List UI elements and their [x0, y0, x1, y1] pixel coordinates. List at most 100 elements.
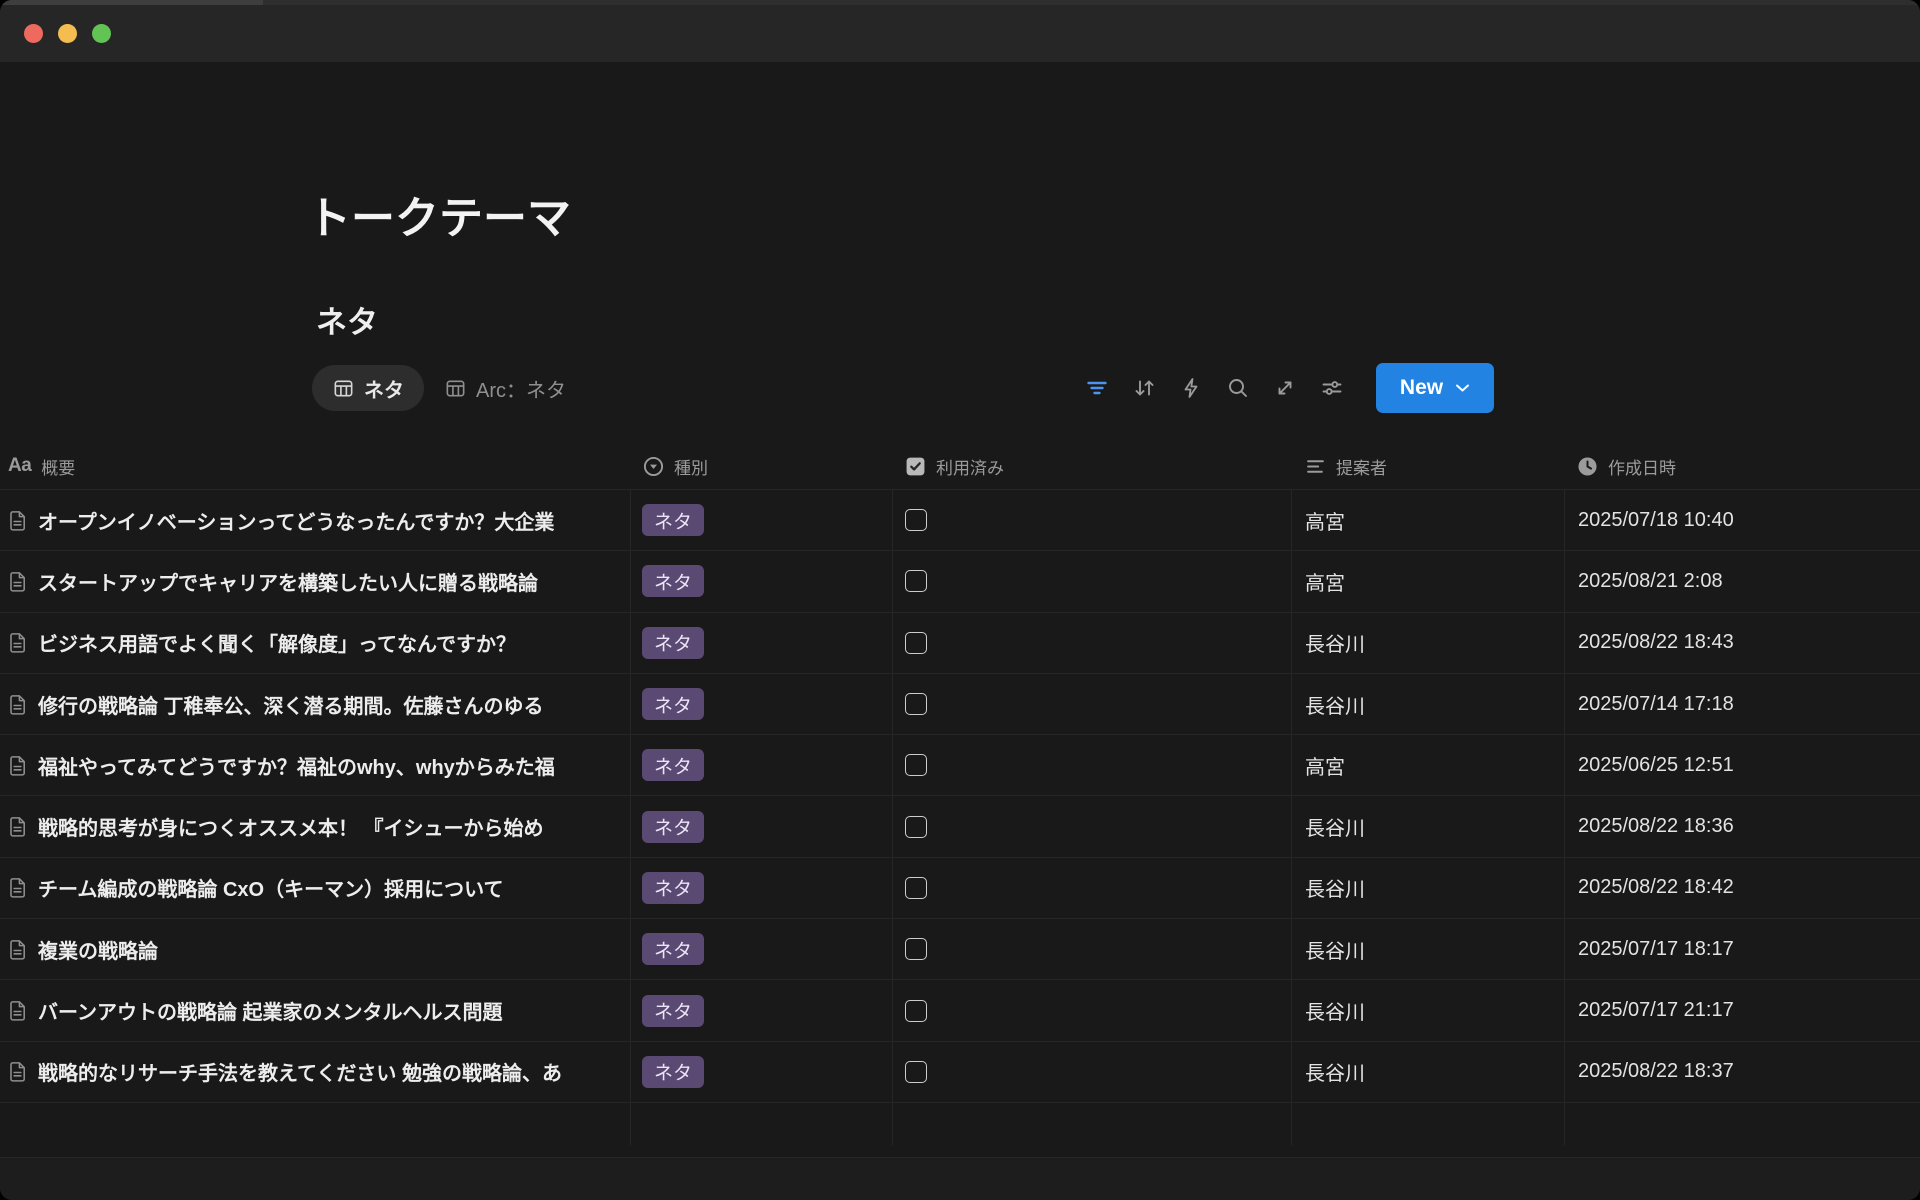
expand-icon[interactable] — [1273, 376, 1297, 400]
new-row-area[interactable] — [0, 1103, 1920, 1145]
used-cell[interactable] — [893, 1042, 1292, 1102]
type-cell[interactable]: ネタ — [631, 1042, 893, 1102]
used-cell[interactable] — [893, 980, 1292, 1040]
proposer-value: 長谷川 — [1305, 873, 1365, 902]
created-cell[interactable]: 2025/07/18 10:40 — [1565, 490, 1920, 550]
filter-icon[interactable] — [1085, 376, 1109, 400]
created-cell[interactable]: 2025/07/14 17:18 — [1565, 674, 1920, 734]
used-cell[interactable] — [893, 613, 1292, 673]
column-header-created[interactable]: 作成日時 — [1565, 443, 1920, 489]
used-checkbox[interactable] — [905, 1061, 927, 1083]
proposer-cell[interactable]: 長谷川 — [1292, 796, 1565, 856]
database-table: Aa 概要 種別 利用済み — [0, 443, 1920, 1145]
used-cell[interactable] — [893, 919, 1292, 979]
created-cell[interactable]: 2025/08/22 18:42 — [1565, 858, 1920, 918]
used-cell[interactable] — [893, 858, 1292, 918]
sort-icon[interactable] — [1132, 376, 1156, 400]
database-title: ネタ — [316, 297, 378, 342]
created-cell[interactable]: 2025/07/17 18:17 — [1565, 919, 1920, 979]
type-tag: ネタ — [642, 565, 704, 597]
minimize-window-button[interactable] — [58, 24, 77, 43]
row-title[interactable]: 福祉やってみてどうですか？福祉のwhy、whyからみた福 — [38, 751, 555, 780]
used-checkbox[interactable] — [905, 816, 927, 838]
proposer-value: 長谷川 — [1305, 812, 1365, 841]
overview-cell[interactable]: チーム編成の戦略論 CxO（キーマン）採用について — [0, 858, 631, 918]
type-cell[interactable]: ネタ — [631, 551, 893, 611]
used-checkbox[interactable] — [905, 754, 927, 776]
type-cell[interactable]: ネタ — [631, 858, 893, 918]
type-cell[interactable]: ネタ — [631, 919, 893, 979]
type-cell[interactable]: ネタ — [631, 796, 893, 856]
used-cell[interactable] — [893, 674, 1292, 734]
row-title[interactable]: オープンイノベーションってどうなったんですか？大企業 — [38, 506, 554, 535]
column-header-overview[interactable]: Aa 概要 — [0, 443, 631, 489]
row-title[interactable]: チーム編成の戦略論 CxO（キーマン）採用について — [38, 873, 503, 902]
used-cell[interactable] — [893, 490, 1292, 550]
overview-cell[interactable]: オープンイノベーションってどうなったんですか？大企業 — [0, 490, 631, 550]
used-checkbox[interactable] — [905, 570, 927, 592]
overview-cell[interactable]: 修行の戦略論 丁稚奉公、深く潜る期間。佐藤さんのゆる — [0, 674, 631, 734]
view-settings-icon[interactable] — [1320, 376, 1344, 400]
overview-cell[interactable]: 複業の戦略論 — [0, 919, 631, 979]
overview-cell[interactable]: 戦略的なリサーチ手法を教えてください 勉強の戦略論、あ — [0, 1042, 631, 1102]
row-title[interactable]: 戦略的なリサーチ手法を教えてください 勉強の戦略論、あ — [38, 1057, 562, 1086]
proposer-cell[interactable]: 長谷川 — [1292, 858, 1565, 918]
type-cell[interactable]: ネタ — [631, 613, 893, 673]
used-checkbox[interactable] — [905, 509, 927, 531]
used-checkbox[interactable] — [905, 693, 927, 715]
new-button[interactable]: New — [1376, 363, 1494, 413]
created-cell[interactable]: 2025/08/21 2:08 — [1565, 551, 1920, 611]
overview-cell[interactable]: バーンアウトの戦略論 起業家のメンタルヘルス問題 — [0, 980, 631, 1040]
overview-cell[interactable]: 福祉やってみてどうですか？福祉のwhy、whyからみた福 — [0, 735, 631, 795]
type-cell[interactable]: ネタ — [631, 490, 893, 550]
table-row: 複業の戦略論 ネタ 長谷川 2025/07/17 18:17 — [0, 919, 1920, 980]
close-window-button[interactable] — [24, 24, 43, 43]
page-icon — [6, 938, 29, 961]
tab-neta[interactable]: ネタ — [312, 365, 424, 411]
created-cell[interactable]: 2025/08/22 18:36 — [1565, 796, 1920, 856]
proposer-cell[interactable]: 高宮 — [1292, 551, 1565, 611]
proposer-cell[interactable]: 長谷川 — [1292, 980, 1565, 1040]
created-cell[interactable]: 2025/08/22 18:43 — [1565, 613, 1920, 673]
column-header-type[interactable]: 種別 — [631, 443, 893, 489]
used-cell[interactable] — [893, 796, 1292, 856]
overview-cell[interactable]: ビジネス用語でよく聞く「解像度」ってなんですか？ — [0, 613, 631, 673]
created-value: 2025/08/21 2:08 — [1578, 570, 1723, 593]
proposer-cell[interactable]: 長谷川 — [1292, 919, 1565, 979]
type-cell[interactable]: ネタ — [631, 980, 893, 1040]
proposer-value: 長谷川 — [1305, 1057, 1365, 1086]
type-cell[interactable]: ネタ — [631, 674, 893, 734]
row-title[interactable]: 複業の戦略論 — [38, 935, 158, 964]
overview-cell[interactable]: 戦略的思考が身につくオススメ本！ 『イシューから始め — [0, 796, 631, 856]
proposer-cell[interactable]: 長谷川 — [1292, 1042, 1565, 1102]
row-title[interactable]: 修行の戦略論 丁稚奉公、深く潜る期間。佐藤さんのゆる — [38, 690, 544, 719]
tab-arc-neta[interactable]: Arc：ネタ — [444, 365, 566, 411]
proposer-value: 高宮 — [1305, 506, 1345, 535]
search-icon[interactable] — [1226, 376, 1250, 400]
used-checkbox[interactable] — [905, 938, 927, 960]
view-bar: ネタ Arc：ネタ — [0, 364, 1920, 412]
row-title[interactable]: ビジネス用語でよく聞く「解像度」ってなんですか？ — [38, 628, 516, 657]
created-cell[interactable]: 2025/06/25 12:51 — [1565, 735, 1920, 795]
used-checkbox[interactable] — [905, 1000, 927, 1022]
type-cell[interactable]: ネタ — [631, 735, 893, 795]
used-checkbox[interactable] — [905, 877, 927, 899]
used-checkbox[interactable] — [905, 632, 927, 654]
proposer-value: 長谷川 — [1305, 996, 1365, 1025]
zoom-window-button[interactable] — [92, 24, 111, 43]
overview-cell[interactable]: スタートアップでキャリアを構築したい人に贈る戦略論 — [0, 551, 631, 611]
column-header-proposer[interactable]: 提案者 — [1292, 443, 1565, 489]
proposer-cell[interactable]: 長谷川 — [1292, 613, 1565, 673]
proposer-cell[interactable]: 高宮 — [1292, 490, 1565, 550]
row-title[interactable]: バーンアウトの戦略論 起業家のメンタルヘルス問題 — [38, 996, 503, 1025]
proposer-cell[interactable]: 長谷川 — [1292, 674, 1565, 734]
row-title[interactable]: スタートアップでキャリアを構築したい人に贈る戦略論 — [38, 567, 538, 596]
created-cell[interactable]: 2025/07/17 21:17 — [1565, 980, 1920, 1040]
proposer-cell[interactable]: 高宮 — [1292, 735, 1565, 795]
created-cell[interactable]: 2025/08/22 18:37 — [1565, 1042, 1920, 1102]
row-title[interactable]: 戦略的思考が身につくオススメ本！ 『イシューから始め — [38, 812, 544, 841]
used-cell[interactable] — [893, 551, 1292, 611]
used-cell[interactable] — [893, 735, 1292, 795]
automations-icon[interactable] — [1179, 376, 1203, 400]
column-header-used[interactable]: 利用済み — [893, 443, 1292, 489]
